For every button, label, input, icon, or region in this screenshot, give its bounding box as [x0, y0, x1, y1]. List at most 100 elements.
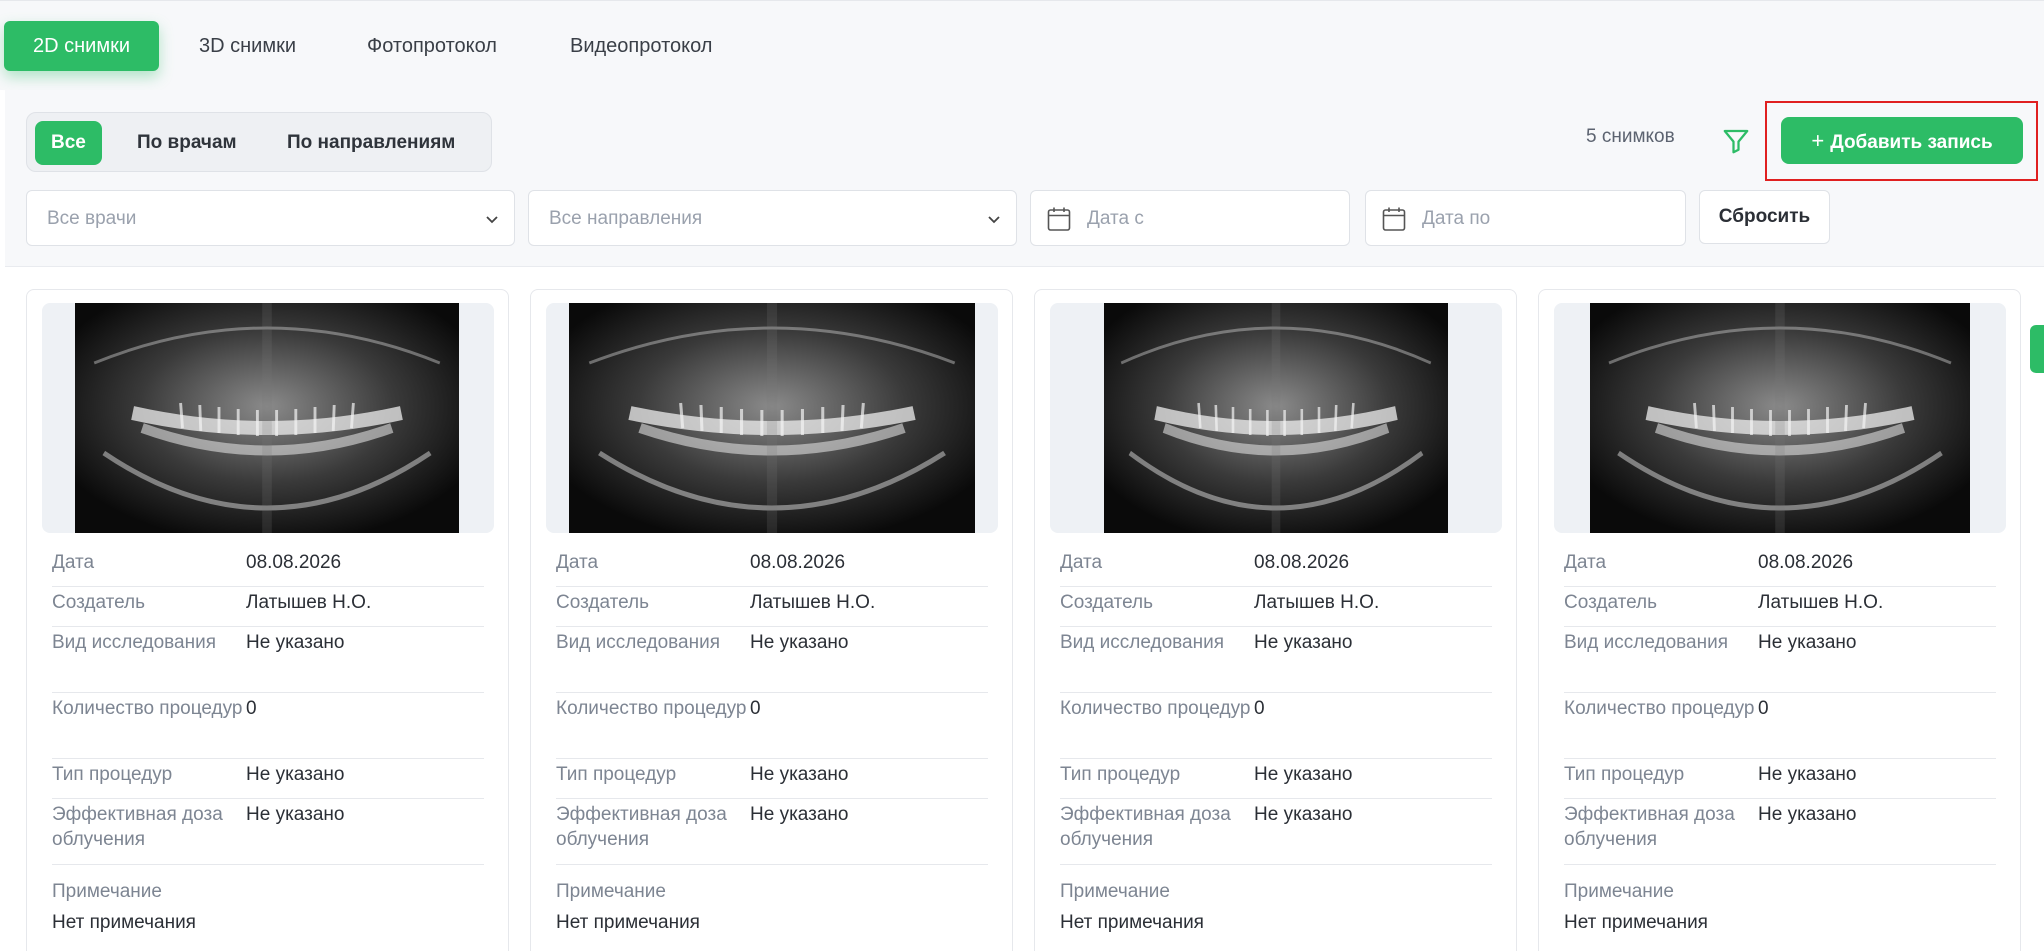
row-date: Дата 08.08.2026: [1564, 547, 1996, 587]
value-creator: Латышев Н.О.: [1758, 592, 1884, 613]
image-thumbnail[interactable]: [546, 303, 998, 533]
row-dose: Эффективная доза облучения Не указано: [1060, 799, 1492, 865]
row-dose: Эффективная доза облучения Не указано: [556, 799, 988, 865]
value-study-type: Не указано: [750, 632, 849, 653]
tab-photo-protocol[interactable]: Фотопротокол: [338, 21, 526, 71]
label-creator: Создатель: [556, 592, 650, 613]
image-card[interactable]: Дата 08.08.2026 Создатель Латышев Н.О. В…: [1034, 289, 1517, 951]
value-creator: Латышев Н.О.: [1254, 592, 1380, 613]
card-details: Дата 08.08.2026 Создатель Латышев Н.О. В…: [1060, 547, 1492, 935]
row-proc-type: Тип процедур Не указано: [1060, 759, 1492, 799]
row-proc-count: Количество процедур 0: [556, 693, 988, 759]
card-details: Дата 08.08.2026 Создатель Латышев Н.О. В…: [52, 547, 484, 935]
label-dose: Эффективная доза облучения: [1060, 804, 1231, 850]
row-date: Дата 08.08.2026: [1060, 547, 1492, 587]
row-proc-type: Тип процедур Не указано: [52, 759, 484, 799]
date-from-placeholder: Дата с: [1087, 208, 1144, 229]
plus-icon: +: [1811, 128, 1825, 153]
label-study-type: Вид исследования: [52, 632, 216, 653]
date-from-field[interactable]: Дата с: [1030, 190, 1350, 246]
row-study-type: Вид исследования Не указано: [52, 627, 484, 693]
tab-2d-images[interactable]: 2D снимки: [4, 21, 160, 71]
row-proc-count: Количество процедур 0: [1060, 693, 1492, 759]
date-to-field[interactable]: Дата по: [1365, 190, 1686, 246]
value-proc-type: Не указано: [246, 764, 345, 785]
image-card[interactable]: Дата 08.08.2026 Создатель Латышев Н.О. В…: [530, 289, 1013, 951]
view-mode-segmented: Все По врачам По направлениям: [26, 112, 492, 172]
label-proc-type: Тип процедур: [1564, 764, 1685, 785]
add-record-label: Добавить запись: [1830, 132, 1993, 153]
segment-by-doctors[interactable]: По врачам: [137, 121, 237, 165]
row-proc-count: Количество процедур 0: [52, 693, 484, 759]
row-creator: Создатель Латышев Н.О.: [1060, 587, 1492, 627]
row-proc-count: Количество процедур 0: [1564, 693, 1996, 759]
value-proc-count: 0: [1758, 698, 1769, 719]
value-dose: Не указано: [1254, 804, 1353, 825]
row-study-type: Вид исследования Не указано: [1060, 627, 1492, 693]
value-date: 08.08.2026: [1758, 552, 1854, 573]
row-dose: Эффективная доза облучения Не указано: [52, 799, 484, 865]
row-proc-type: Тип процедур Не указано: [556, 759, 988, 799]
add-record-button[interactable]: + Добавить запись: [1781, 117, 2023, 164]
value-date: 08.08.2026: [246, 552, 342, 573]
value-creator: Латышев Н.О.: [750, 592, 876, 613]
value-proc-type: Не указано: [1758, 764, 1857, 785]
value-dose: Не указано: [750, 804, 849, 825]
images-count: 5 снимков: [1586, 126, 1675, 147]
top-tabs-bar: 2D снимки 3D снимки Фотопротокол Видеопр…: [0, 0, 2044, 90]
row-date: Дата 08.08.2026: [52, 547, 484, 587]
filter-icon[interactable]: [1721, 126, 1751, 156]
value-note: Нет примечания: [52, 912, 196, 933]
segment-by-directions[interactable]: По направлениям: [287, 121, 455, 165]
value-proc-type: Не указано: [1254, 764, 1353, 785]
value-note: Нет примечания: [1060, 912, 1204, 933]
chevron-down-icon: [484, 211, 500, 227]
value-dose: Не указано: [1758, 804, 1857, 825]
label-date: Дата: [1564, 552, 1607, 573]
row-dose: Эффективная доза облучения Не указано: [1564, 799, 1996, 865]
row-study-type: Вид исследования Не указано: [1564, 627, 1996, 693]
toolbar: Все По врачам По направлениям 5 снимков …: [5, 90, 2044, 267]
label-creator: Создатель: [52, 592, 146, 613]
label-creator: Создатель: [1060, 592, 1154, 613]
value-study-type: Не указано: [1254, 632, 1353, 653]
image-thumbnail[interactable]: [1554, 303, 2006, 533]
directions-select-value: Все направления: [549, 208, 703, 229]
xray-image: [1590, 303, 1970, 533]
xray-image: [75, 303, 459, 533]
directions-select[interactable]: Все направления: [528, 190, 1017, 246]
label-date: Дата: [1060, 552, 1103, 573]
reset-button[interactable]: Сбросить: [1699, 190, 1830, 244]
label-proc-count: Количество процедур: [1060, 698, 1251, 719]
segment-all[interactable]: Все: [35, 121, 102, 165]
image-card[interactable]: Дата 08.08.2026 Создатель Латышев Н.О. В…: [26, 289, 509, 951]
value-note: Нет примечания: [1564, 912, 1708, 933]
label-date: Дата: [556, 552, 599, 573]
value-date: 08.08.2026: [750, 552, 846, 573]
date-to-placeholder: Дата по: [1422, 208, 1491, 229]
scroll-handle[interactable]: [2030, 325, 2044, 373]
label-study-type: Вид исследования: [556, 632, 720, 653]
card-details: Дата 08.08.2026 Создатель Латышев Н.О. В…: [556, 547, 988, 935]
tab-video-protocol[interactable]: Видеопротокол: [541, 21, 741, 71]
value-dose: Не указано: [246, 804, 345, 825]
calendar-icon: [1382, 206, 1406, 232]
image-thumbnail[interactable]: [1050, 303, 1502, 533]
calendar-icon: [1047, 206, 1071, 232]
value-proc-count: 0: [750, 698, 761, 719]
image-thumbnail[interactable]: [42, 303, 494, 533]
row-creator: Создатель Латышев Н.О.: [556, 587, 988, 627]
row-date: Дата 08.08.2026: [556, 547, 988, 587]
card-details: Дата 08.08.2026 Создатель Латышев Н.О. В…: [1564, 547, 1996, 935]
label-note: Примечание: [1060, 881, 1170, 902]
value-proc-count: 0: [1254, 698, 1265, 719]
label-proc-count: Количество процедур: [1564, 698, 1755, 719]
image-card[interactable]: Дата 08.08.2026 Создатель Латышев Н.О. В…: [1538, 289, 2021, 951]
label-dose: Эффективная доза облучения: [556, 804, 727, 850]
label-note: Примечание: [52, 881, 162, 902]
doctors-select[interactable]: Все врачи: [26, 190, 515, 246]
label-proc-type: Тип процедур: [52, 764, 173, 785]
value-study-type: Не указано: [1758, 632, 1857, 653]
tab-3d-images[interactable]: 3D снимки: [170, 21, 325, 71]
label-date: Дата: [52, 552, 95, 573]
